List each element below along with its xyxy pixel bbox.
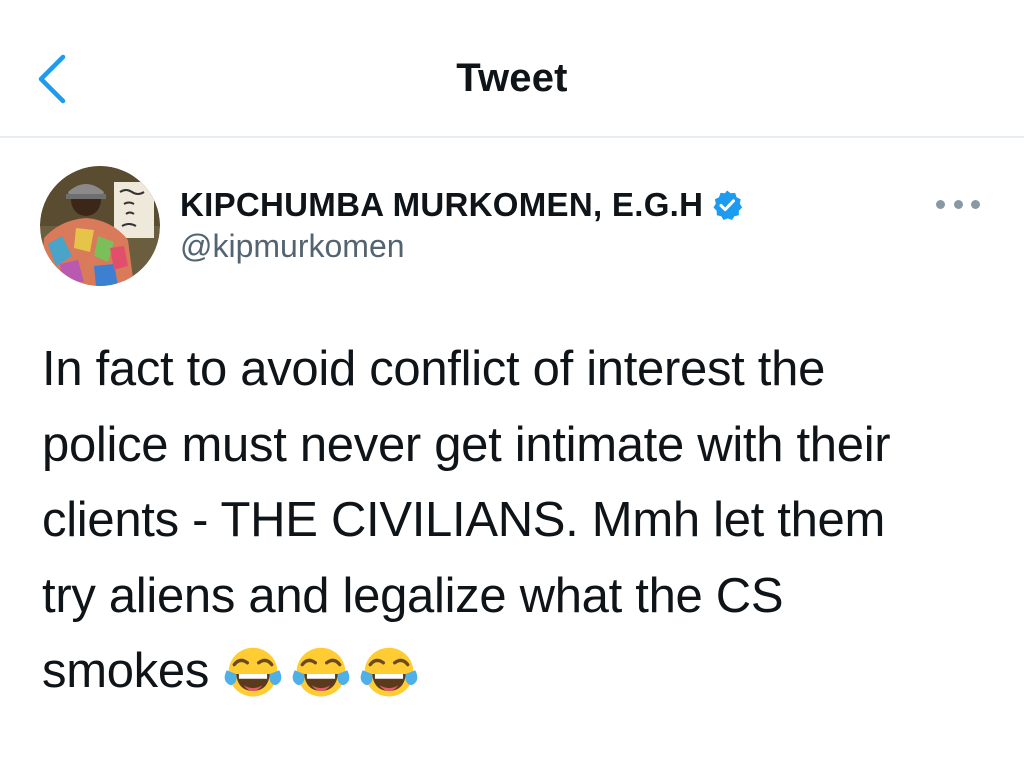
page-title: Tweet <box>456 56 568 100</box>
more-options-icon <box>936 199 945 209</box>
author-name[interactable]: KIPCHUMBA MURKOMEN, E.G.H <box>180 186 703 224</box>
tweet-text: In fact to avoid conflict of interest th… <box>42 332 992 710</box>
tweet-text-line: In fact to avoid conflict of interest th… <box>42 342 826 396</box>
tweet-text-line: police must never get intimate with thei… <box>42 417 891 472</box>
face-with-tears-of-joy-icon <box>224 647 282 697</box>
more-options-icon <box>953 199 963 209</box>
emoji-row <box>223 644 427 704</box>
tweet-text-last-line: smokes <box>42 634 992 710</box>
user-avatar-image <box>40 166 160 286</box>
author-handle[interactable]: @kipmurkomen <box>180 228 405 265</box>
author-name-row[interactable]: KIPCHUMBA MURKOMEN, E.G.H <box>180 182 743 228</box>
avatar[interactable] <box>40 166 160 286</box>
tweet-text-line: smokes <box>42 644 210 698</box>
top-nav-bar: Tweet <box>0 0 1024 138</box>
face-with-tears-of-joy-icon <box>360 647 418 697</box>
face-with-tears-of-joy-icon <box>292 647 350 697</box>
verified-badge-icon <box>711 189 743 221</box>
more-options-button[interactable] <box>936 192 980 216</box>
tweet-text-line: clients - THE CIVILIANS. Mmh let them <box>42 493 886 547</box>
more-options-icon <box>971 199 980 209</box>
tweet-text-line: try aliens and legalize what the CS <box>42 568 784 623</box>
